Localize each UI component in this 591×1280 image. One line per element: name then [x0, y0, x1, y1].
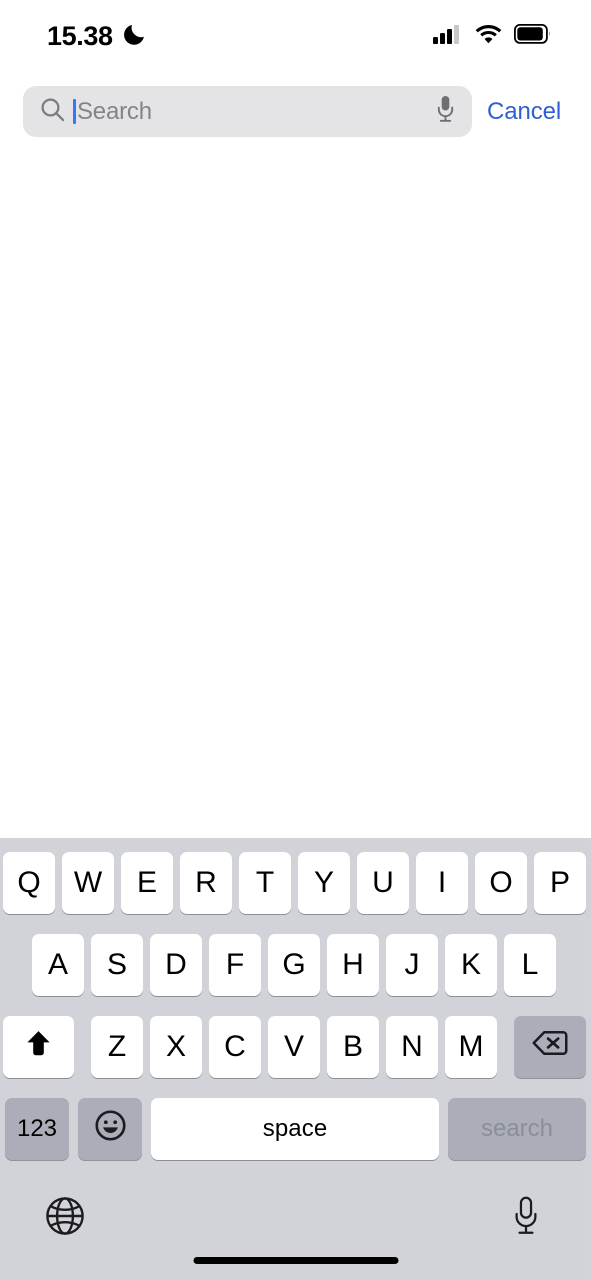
emoji-key[interactable]: [78, 1098, 142, 1160]
key-v[interactable]: V: [268, 1016, 320, 1078]
key-o[interactable]: O: [475, 852, 527, 914]
key-n[interactable]: N: [386, 1016, 438, 1078]
key-a[interactable]: A: [32, 934, 84, 996]
key-w[interactable]: W: [62, 852, 114, 914]
key-z[interactable]: Z: [91, 1016, 143, 1078]
crescent-moon-icon: [122, 22, 147, 52]
text-caret: [73, 99, 76, 124]
globe-key[interactable]: [42, 1195, 88, 1241]
key-e[interactable]: E: [121, 852, 173, 914]
key-t[interactable]: T: [239, 852, 291, 914]
home-indicator: [193, 1257, 398, 1264]
status-bar: 15.38: [0, 0, 591, 72]
dictation-key[interactable]: [503, 1195, 549, 1241]
key-d[interactable]: D: [150, 934, 202, 996]
onscreen-keyboard: Q W E R T Y U I O P A S D F G H J K L Z …: [0, 838, 591, 1280]
key-f[interactable]: F: [209, 934, 261, 996]
keyboard-row-3: Z X C V B N M: [0, 1016, 591, 1078]
status-bar-time: 15.38: [47, 20, 113, 51]
key-k[interactable]: K: [445, 934, 497, 996]
key-g[interactable]: G: [268, 934, 320, 996]
key-c[interactable]: C: [209, 1016, 261, 1078]
globe-icon: [43, 1194, 87, 1243]
shift-arrow-icon: [23, 1028, 54, 1067]
cellular-signal-icon: [433, 23, 463, 50]
key-h[interactable]: H: [327, 934, 379, 996]
key-x[interactable]: X: [150, 1016, 202, 1078]
key-b[interactable]: B: [327, 1016, 379, 1078]
keyboard-bottom-bar: [0, 1178, 591, 1280]
key-s[interactable]: S: [91, 934, 143, 996]
keyboard-row-2: A S D F G H J K L: [0, 934, 591, 996]
return-search-key[interactable]: search: [448, 1098, 586, 1160]
key-r[interactable]: R: [180, 852, 232, 914]
space-key[interactable]: space: [151, 1098, 439, 1160]
key-q[interactable]: Q: [3, 852, 55, 914]
microphone-icon: [509, 1195, 543, 1242]
battery-icon: [513, 23, 551, 49]
key-p[interactable]: P: [534, 852, 586, 914]
key-j[interactable]: J: [386, 934, 438, 996]
keyboard-row-1: Q W E R T Y U I O P: [0, 852, 591, 914]
key-u[interactable]: U: [357, 852, 409, 914]
search-bar-row: Search Cancel: [0, 86, 591, 138]
backspace-icon: [531, 1028, 569, 1066]
key-y[interactable]: Y: [298, 852, 350, 914]
search-placeholder: Search: [77, 97, 152, 125]
cancel-button[interactable]: Cancel: [487, 86, 561, 137]
search-results-area: [0, 150, 591, 838]
numbers-key[interactable]: 123: [5, 1098, 69, 1160]
search-icon: [39, 96, 66, 128]
keyboard-row-4: 123 space search: [0, 1098, 591, 1160]
emoji-smiley-icon: [94, 1109, 127, 1150]
status-bar-right: [433, 23, 551, 50]
search-input[interactable]: Search: [23, 86, 472, 137]
backspace-key[interactable]: [514, 1016, 586, 1078]
key-i[interactable]: I: [416, 852, 468, 914]
microphone-icon[interactable]: [433, 94, 458, 129]
shift-key[interactable]: [3, 1016, 74, 1078]
key-l[interactable]: L: [504, 934, 556, 996]
status-bar-left: 15.38: [47, 21, 147, 52]
wifi-icon: [474, 23, 503, 50]
key-m[interactable]: M: [445, 1016, 497, 1078]
